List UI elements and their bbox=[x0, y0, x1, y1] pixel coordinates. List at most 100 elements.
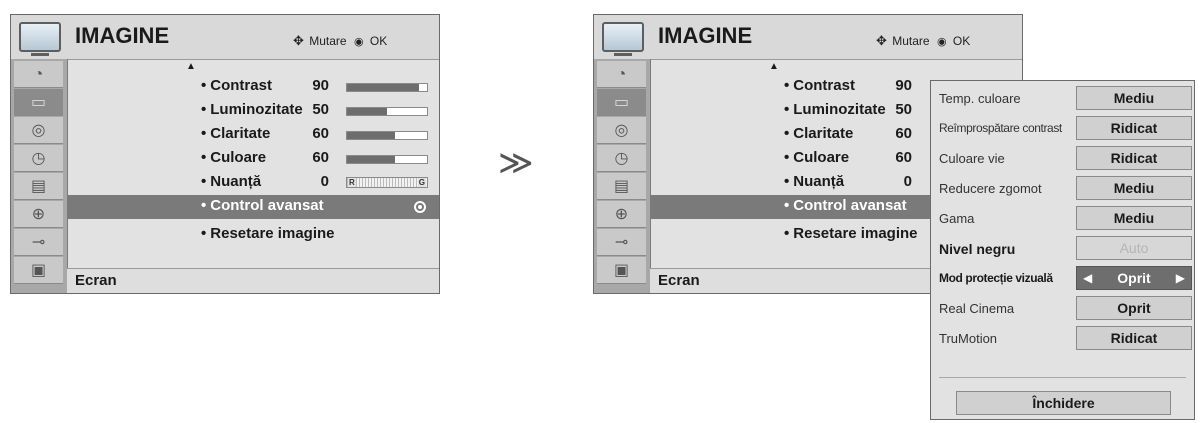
contrast-refresh-button[interactable]: Ridicat bbox=[1076, 116, 1192, 140]
scroll-up-icon[interactable]: ▲ bbox=[186, 61, 196, 72]
menu-item-advanced-control[interactable]: • Control avansat bbox=[201, 197, 324, 214]
submenu-row-noise-reduction[interactable]: Reducere zgomot Mediu bbox=[931, 173, 1194, 203]
color-temperature-label: Temp. culoare bbox=[939, 91, 1021, 106]
menu-item-tint[interactable]: • Nuanță bbox=[784, 173, 844, 190]
photo-gallery-icon[interactable]: ▣ bbox=[597, 257, 646, 284]
parental-lock-icon[interactable]: ▤ bbox=[597, 173, 646, 200]
menu-item-sharpness[interactable]: • Claritate bbox=[201, 125, 270, 142]
ok-circle-icon: ◉ bbox=[353, 36, 364, 48]
navigation-hint: ✥ Mutare ◉ OK bbox=[293, 33, 387, 49]
brightness-bar[interactable] bbox=[346, 107, 428, 116]
submenu-row-color-temperature[interactable]: Temp. culoare Mediu bbox=[931, 83, 1194, 113]
dpad-icon: ✥ bbox=[876, 33, 887, 48]
brightness-value: 50 bbox=[312, 101, 329, 118]
color-temperature-button[interactable]: Mediu bbox=[1076, 86, 1192, 110]
contrast-refresh-label: Reîmprospătare contrast bbox=[939, 121, 1062, 135]
real-cinema-button[interactable]: Oprit bbox=[1076, 296, 1192, 320]
clock-icon[interactable]: ◷ bbox=[14, 145, 63, 172]
speaker-icon[interactable]: ◎ bbox=[14, 117, 63, 144]
close-button[interactable]: Închidere bbox=[956, 391, 1171, 415]
submenu-row-gamma[interactable]: Gama Mediu bbox=[931, 203, 1194, 233]
ok-circle-icon: ◉ bbox=[936, 36, 947, 48]
menu-item-contrast[interactable]: • Contrast bbox=[201, 77, 272, 94]
step-arrow-icon: ≫ bbox=[498, 144, 534, 182]
eye-protection-value: Oprit bbox=[1117, 270, 1151, 286]
tint-value: 0 bbox=[320, 173, 329, 190]
clock-icon[interactable]: ◷ bbox=[597, 145, 646, 172]
picture-icon[interactable]: ▭ bbox=[597, 89, 646, 116]
footer-label: Ecran bbox=[658, 272, 700, 289]
color-bar[interactable] bbox=[346, 155, 428, 164]
sharpness-value: 60 bbox=[312, 125, 329, 142]
menu-title: IMAGINE bbox=[75, 23, 170, 48]
arrow-right-icon[interactable]: ▶ bbox=[1176, 267, 1185, 289]
lock-icon[interactable]: ⊕ bbox=[14, 201, 63, 228]
menu-item-sharpness[interactable]: • Claritate bbox=[784, 125, 853, 142]
sidebar: ◔ ▭ ◎ ◷ ▤ ⊕ ⊸ ▣ bbox=[11, 59, 68, 293]
scroll-up-icon[interactable]: ▲ bbox=[769, 61, 779, 72]
menu-item-reset-picture[interactable]: • Resetare imagine bbox=[784, 225, 918, 242]
gamma-button[interactable]: Mediu bbox=[1076, 206, 1192, 230]
color-bar-fill bbox=[347, 156, 395, 163]
contrast-bar[interactable] bbox=[346, 83, 428, 92]
selected-radio-icon bbox=[414, 201, 426, 213]
eye-protection-label: Mod protecție vizuală bbox=[939, 271, 1053, 285]
menu-footer: Ecran bbox=[67, 268, 439, 293]
submenu-row-real-cinema[interactable]: Real Cinema Oprit bbox=[931, 293, 1194, 323]
submenu-row-black-level[interactable]: Nivel negru Auto bbox=[931, 233, 1194, 263]
menu-header: IMAGINE ✥ Mutare ◉ OK bbox=[11, 15, 439, 60]
dpad-icon: ✥ bbox=[293, 33, 304, 48]
menu-title: IMAGINE bbox=[658, 23, 753, 48]
menu-item-advanced-control[interactable]: • Control avansat bbox=[784, 197, 907, 214]
hint-ok: OK bbox=[952, 34, 971, 48]
color-value: 60 bbox=[312, 149, 329, 166]
input-plug-icon[interactable]: ⊸ bbox=[14, 229, 63, 256]
submenu-row-trumotion[interactable]: TruMotion Ridicat bbox=[931, 323, 1194, 353]
sidebar: ◔ ▭ ◎ ◷ ▤ ⊕ ⊸ ▣ bbox=[594, 59, 651, 293]
noise-reduction-label: Reducere zgomot bbox=[939, 181, 1042, 196]
sharpness-bar[interactable] bbox=[346, 131, 428, 140]
speaker-icon[interactable]: ◎ bbox=[597, 117, 646, 144]
menu-item-reset-picture[interactable]: • Resetare imagine bbox=[201, 225, 335, 242]
tint-green-label: G bbox=[417, 178, 426, 187]
tint-red-label: R bbox=[348, 178, 356, 187]
tv-icon bbox=[602, 22, 644, 56]
parental-lock-icon[interactable]: ▤ bbox=[14, 173, 63, 200]
noise-reduction-button[interactable]: Mediu bbox=[1076, 176, 1192, 200]
advanced-control-submenu: Temp. culoare Mediu Reîmprospătare contr… bbox=[930, 80, 1195, 420]
sharpness-bar-fill bbox=[347, 132, 395, 139]
contrast-bar-fill bbox=[347, 84, 419, 91]
submenu-row-vivid-color[interactable]: Culoare vie Ridicat bbox=[931, 143, 1194, 173]
menu-item-tint[interactable]: • Nuanță bbox=[201, 173, 261, 190]
menu-item-color[interactable]: • Culoare bbox=[784, 149, 849, 166]
tv-icon bbox=[19, 22, 61, 56]
menu-item-contrast[interactable]: • Contrast bbox=[784, 77, 855, 94]
satellite-dish-icon[interactable]: ◔ bbox=[14, 61, 63, 88]
lock-icon[interactable]: ⊕ bbox=[597, 201, 646, 228]
vivid-color-button[interactable]: Ridicat bbox=[1076, 146, 1192, 170]
menu-item-color[interactable]: • Culoare bbox=[201, 149, 266, 166]
photo-gallery-icon[interactable]: ▣ bbox=[14, 257, 63, 284]
submenu-row-contrast-refresh[interactable]: Reîmprospătare contrast Ridicat bbox=[931, 113, 1194, 143]
real-cinema-label: Real Cinema bbox=[939, 301, 1015, 316]
tint-value: 0 bbox=[903, 173, 912, 190]
menu-item-brightness[interactable]: • Luminozitate bbox=[201, 101, 303, 118]
trumotion-label: TruMotion bbox=[939, 331, 998, 346]
hint-ok: OK bbox=[369, 34, 388, 48]
eye-protection-selector[interactable]: ◀ Oprit ▶ bbox=[1076, 266, 1192, 290]
satellite-dish-icon[interactable]: ◔ bbox=[597, 61, 646, 88]
trumotion-button[interactable]: Ridicat bbox=[1076, 326, 1192, 350]
submenu-row-eye-protection[interactable]: Mod protecție vizuală ◀ Oprit ▶ bbox=[931, 263, 1194, 293]
input-plug-icon[interactable]: ⊸ bbox=[597, 229, 646, 256]
gamma-label: Gama bbox=[939, 211, 975, 226]
navigation-hint: ✥ Mutare ◉ OK bbox=[876, 33, 970, 49]
black-level-button[interactable]: Auto bbox=[1076, 236, 1192, 260]
tint-bar[interactable]: R G bbox=[346, 177, 428, 188]
arrow-left-icon[interactable]: ◀ bbox=[1083, 267, 1092, 289]
picture-icon[interactable]: ▭ bbox=[14, 89, 63, 116]
vivid-color-label: Culoare vie bbox=[939, 151, 1005, 166]
menu-item-brightness[interactable]: • Luminozitate bbox=[784, 101, 886, 118]
black-level-label: Nivel negru bbox=[939, 241, 1016, 257]
picture-menu-left: IMAGINE ✥ Mutare ◉ OK ◔ ▭ ◎ ◷ ▤ ⊕ ⊸ ▣ ▲ … bbox=[10, 14, 440, 294]
menu-header: IMAGINE ✥ Mutare ◉ OK bbox=[594, 15, 1022, 60]
